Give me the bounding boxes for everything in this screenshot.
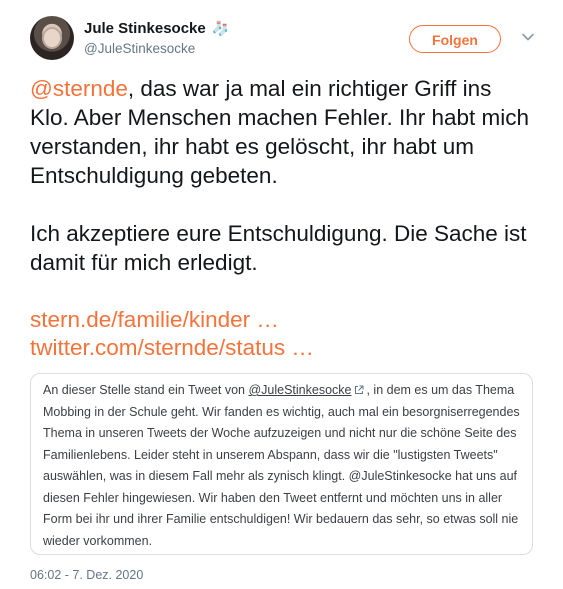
display-name-row[interactable]: Jule Stinkesocke 🧦	[84, 18, 229, 39]
tweet-paragraph-2: Ich akzeptiere eure Entschuldigung. Die …	[30, 221, 527, 275]
link-twitter-status[interactable]: twitter.com/sternde/status …	[30, 334, 530, 362]
mention-link[interactable]: @sternde	[30, 76, 128, 101]
tweet-links: stern.de/familie/kinder … twitter.com/st…	[30, 306, 530, 362]
user-info[interactable]: Jule Stinkesocke 🧦 @JuleStinkesocke	[84, 18, 229, 58]
link-stern-familie[interactable]: stern.de/familie/kinder …	[30, 306, 530, 334]
quote-handle-link[interactable]: @JuleStinkesocke	[248, 383, 351, 397]
tweet-text: @sternde, das war ja mal ein richtiger G…	[30, 74, 530, 277]
external-link-icon	[355, 385, 364, 394]
quote-text-before: An dieser Stelle stand ein Tweet von	[43, 383, 249, 397]
socks-icon: 🧦	[211, 20, 230, 36]
tweet-paragraph-1: @sternde, das war ja mal ein richtiger G…	[30, 74, 530, 190]
tweet-card: Jule Stinkesocke 🧦 @JuleStinkesocke Folge…	[0, 0, 563, 589]
tweet-timestamp[interactable]: 06:02 - 7. Dez. 2020	[30, 568, 143, 582]
chevron-down-icon[interactable]	[521, 30, 535, 44]
avatar[interactable]	[30, 16, 74, 60]
quoted-content[interactable]: An dieser Stelle stand ein Tweet von @Ju…	[30, 373, 533, 555]
display-name[interactable]: Jule Stinkesocke	[84, 20, 206, 37]
tweet-header: Jule Stinkesocke 🧦 @JuleStinkesocke Folge…	[30, 16, 547, 64]
follow-button[interactable]: Folgen	[409, 25, 501, 53]
quote-text-after: , in dem es um das Thema Mobbing in der …	[43, 383, 520, 548]
user-handle[interactable]: @JuleStinkesocke	[84, 40, 229, 58]
